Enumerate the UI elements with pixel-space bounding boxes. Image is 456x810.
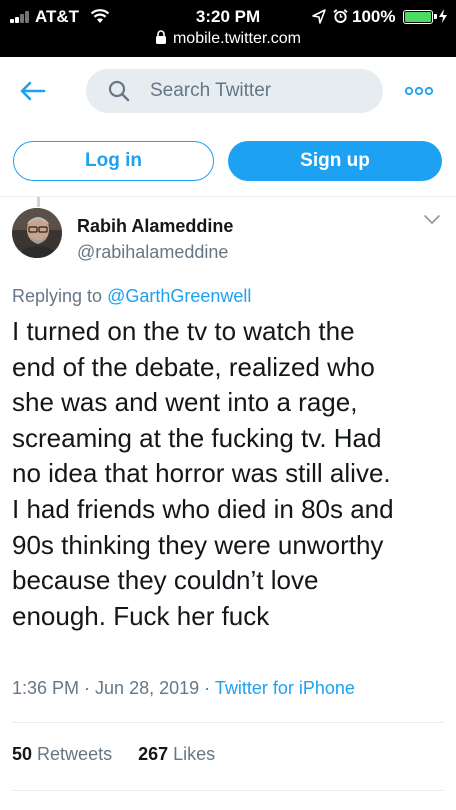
battery-percent: 100% <box>352 7 396 26</box>
tweet-meta: 1:36 PM · Jun 28, 2019 · Twitter for iPh… <box>12 678 355 699</box>
login-button[interactable]: Log in <box>13 141 214 181</box>
back-arrow-icon[interactable] <box>14 73 50 109</box>
tweet-line: screaming at the fucking tv. Had <box>12 422 382 453</box>
meta-separator: · <box>79 678 96 698</box>
alarm-icon <box>333 9 348 24</box>
tweet-line: I turned on the tv to watch the <box>12 316 355 346</box>
tweet-line: 90s thinking they were unworthy <box>12 529 384 560</box>
replying-to: Replying to @GarthGreenwell <box>12 286 251 307</box>
tweet-line: I had friends who died in 80s and <box>12 493 394 524</box>
likes-label: Likes <box>173 744 216 764</box>
divider <box>12 722 444 723</box>
more-icon[interactable] <box>404 85 434 97</box>
retweets-count: 50 <box>12 744 33 764</box>
tweet-stats: 50 Retweets 267 Likes <box>12 744 215 765</box>
tweet-line: no idea that horror was still alive. <box>12 458 391 489</box>
divider <box>0 196 456 197</box>
location-icon <box>312 9 326 24</box>
likes-count: 267 <box>138 744 169 764</box>
signup-button[interactable]: Sign up <box>228 141 442 181</box>
divider <box>12 790 444 791</box>
url-bar[interactable]: mobile.twitter.com <box>0 30 456 48</box>
author-handle[interactable]: @rabihalameddine <box>77 242 228 263</box>
chevron-down-icon[interactable] <box>423 214 441 226</box>
likes-stat[interactable]: 267 Likes <box>138 744 215 764</box>
battery-icon <box>403 10 437 24</box>
replying-prefix: Replying to <box>12 286 108 306</box>
retweets-stat[interactable]: 50 Retweets <box>12 744 112 764</box>
lock-icon <box>155 30 166 44</box>
tweet-line: she was and went into a rage, <box>12 387 358 418</box>
tweet-source-link[interactable]: Twitter for iPhone <box>215 678 355 698</box>
avatar[interactable] <box>12 208 62 258</box>
search-box[interactable] <box>86 69 383 113</box>
replying-mention-link[interactable]: @GarthGreenwell <box>107 286 251 306</box>
tweet-time[interactable]: 1:36 PM <box>12 678 79 698</box>
status-row: AT&T 3:20 PM 100% <box>0 6 456 28</box>
ios-status-bar: AT&T 3:20 PM 100% mobile.twitter.com <box>0 0 456 57</box>
tweet-text: I turned on the tv to watch the end of t… <box>12 314 444 634</box>
url-text: mobile.twitter.com <box>172 30 302 47</box>
thread-connector <box>37 197 40 207</box>
twitter-header <box>0 57 456 125</box>
tweet-date[interactable]: Jun 28, 2019 <box>95 678 199 698</box>
meta-separator: · <box>199 678 215 698</box>
charging-icon <box>439 9 447 23</box>
retweets-label: Retweets <box>37 744 113 764</box>
tweet-line: enough. Fuck her fuck <box>12 600 270 631</box>
tweet-line: end of the debate, realized who <box>12 351 375 382</box>
tweet-line: because they couldn’t love <box>12 565 319 596</box>
author-name[interactable]: Rabih Alameddine <box>77 216 233 237</box>
search-input[interactable] <box>150 69 370 113</box>
search-icon <box>108 80 130 102</box>
avatar-image <box>12 208 62 258</box>
